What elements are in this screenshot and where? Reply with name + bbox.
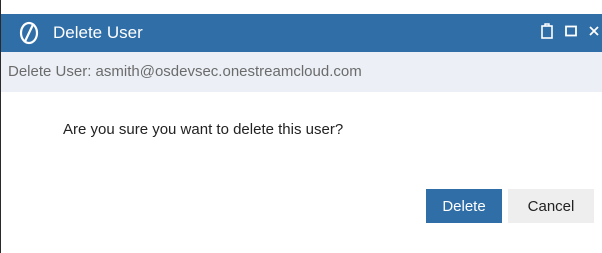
restore-button[interactable]: [537, 21, 557, 45]
subheader-text: Delete User: asmith@osdevsec.onestreamcl…: [8, 63, 362, 80]
maximize-icon: [565, 24, 577, 42]
close-button[interactable]: [585, 21, 602, 45]
maximize-button[interactable]: [561, 21, 581, 45]
cancel-button[interactable]: Cancel: [508, 189, 594, 223]
dialog-subheader: Delete User: asmith@osdevsec.onestreamcl…: [1, 52, 602, 92]
dialog-titlebar[interactable]: Delete User: [1, 14, 602, 52]
delete-button[interactable]: Delete: [426, 189, 502, 223]
close-icon: [588, 24, 600, 42]
onestream-logo-icon: [17, 21, 41, 45]
delete-user-dialog: Delete User Delete User: asmith@osdevsec…: [0, 0, 602, 253]
restore-icon: [540, 22, 554, 45]
confirmation-message: Are you sure you want to delete this use…: [63, 121, 344, 138]
dialog-title: Delete User: [53, 23, 143, 42]
